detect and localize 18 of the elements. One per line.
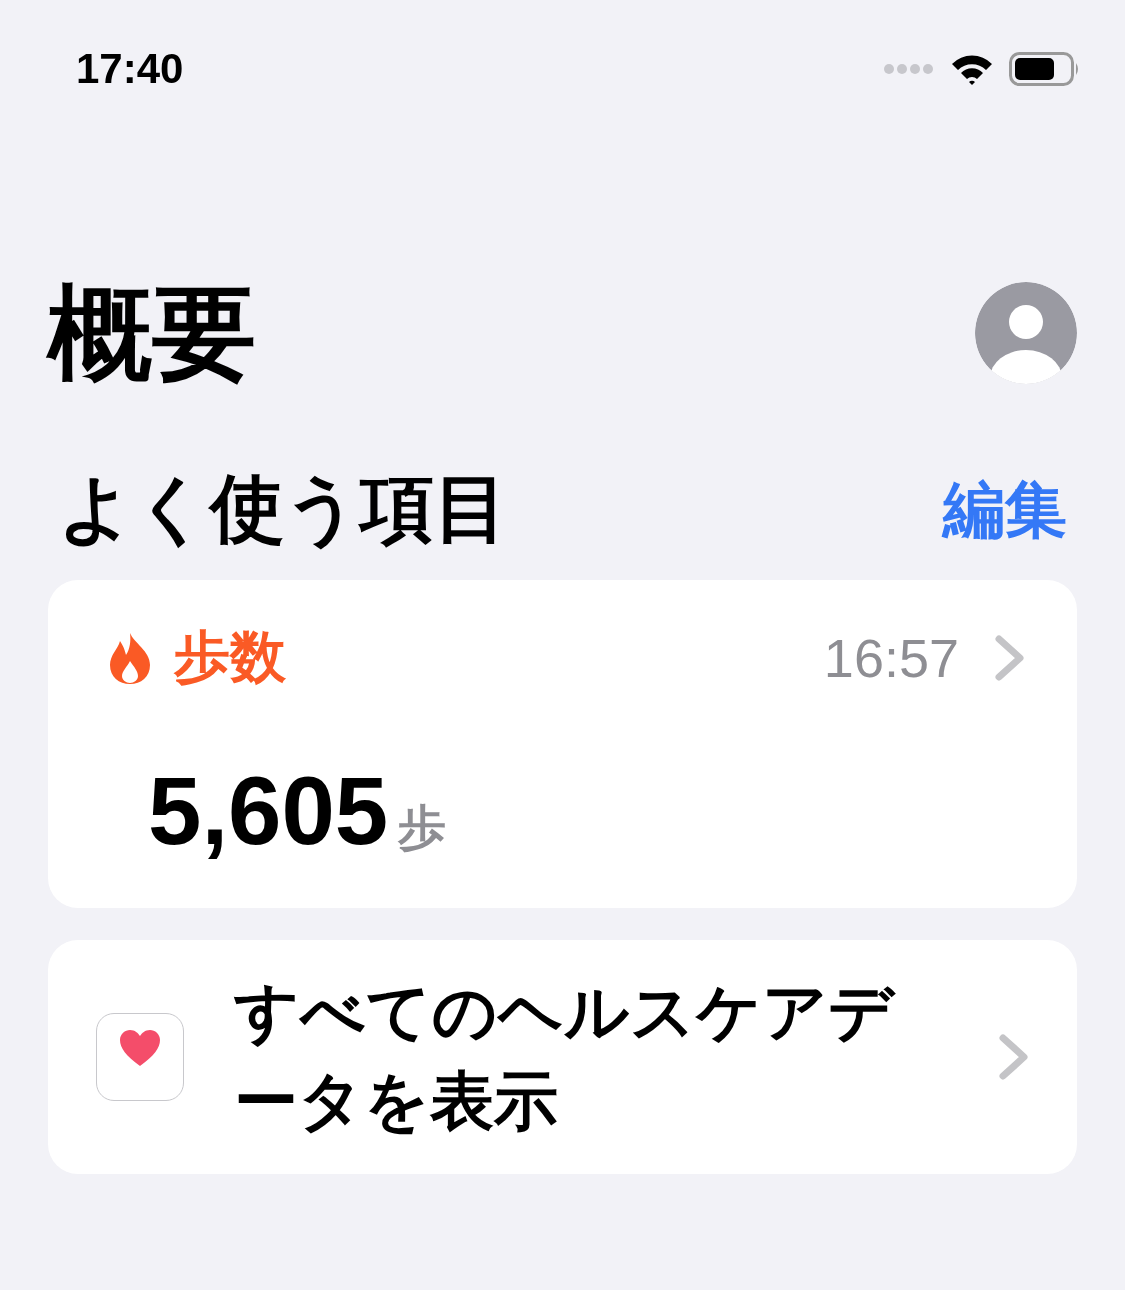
steps-unit: 歩 [398,800,447,857]
edit-button[interactable]: 編集 [943,468,1067,553]
profile-avatar-icon[interactable] [975,282,1077,385]
all-health-data-label: すべてのヘルスケアデータを表示 [234,974,897,1140]
cellular-signal-icon [883,63,935,75]
steps-label: 歩数 [174,624,286,691]
chevron-icon [997,1032,1031,1083]
battery-icon [1009,52,1081,86]
steps-value: 5,605 [148,756,389,867]
all-health-data-card[interactable]: すべてのヘルスケアデータを表示 [48,940,1077,1175]
health-app-icon [96,1013,184,1102]
steps-card[interactable]: 歩数 16:57 5,605 歩 [48,580,1077,909]
section-title: よく使う項目 [58,466,508,553]
flame-icon [108,631,152,686]
status-time: 17:40 [76,45,184,93]
page-title: 概要 [48,276,256,391]
update-time: 16:57 [823,627,959,690]
chevron-icon [993,633,1027,684]
